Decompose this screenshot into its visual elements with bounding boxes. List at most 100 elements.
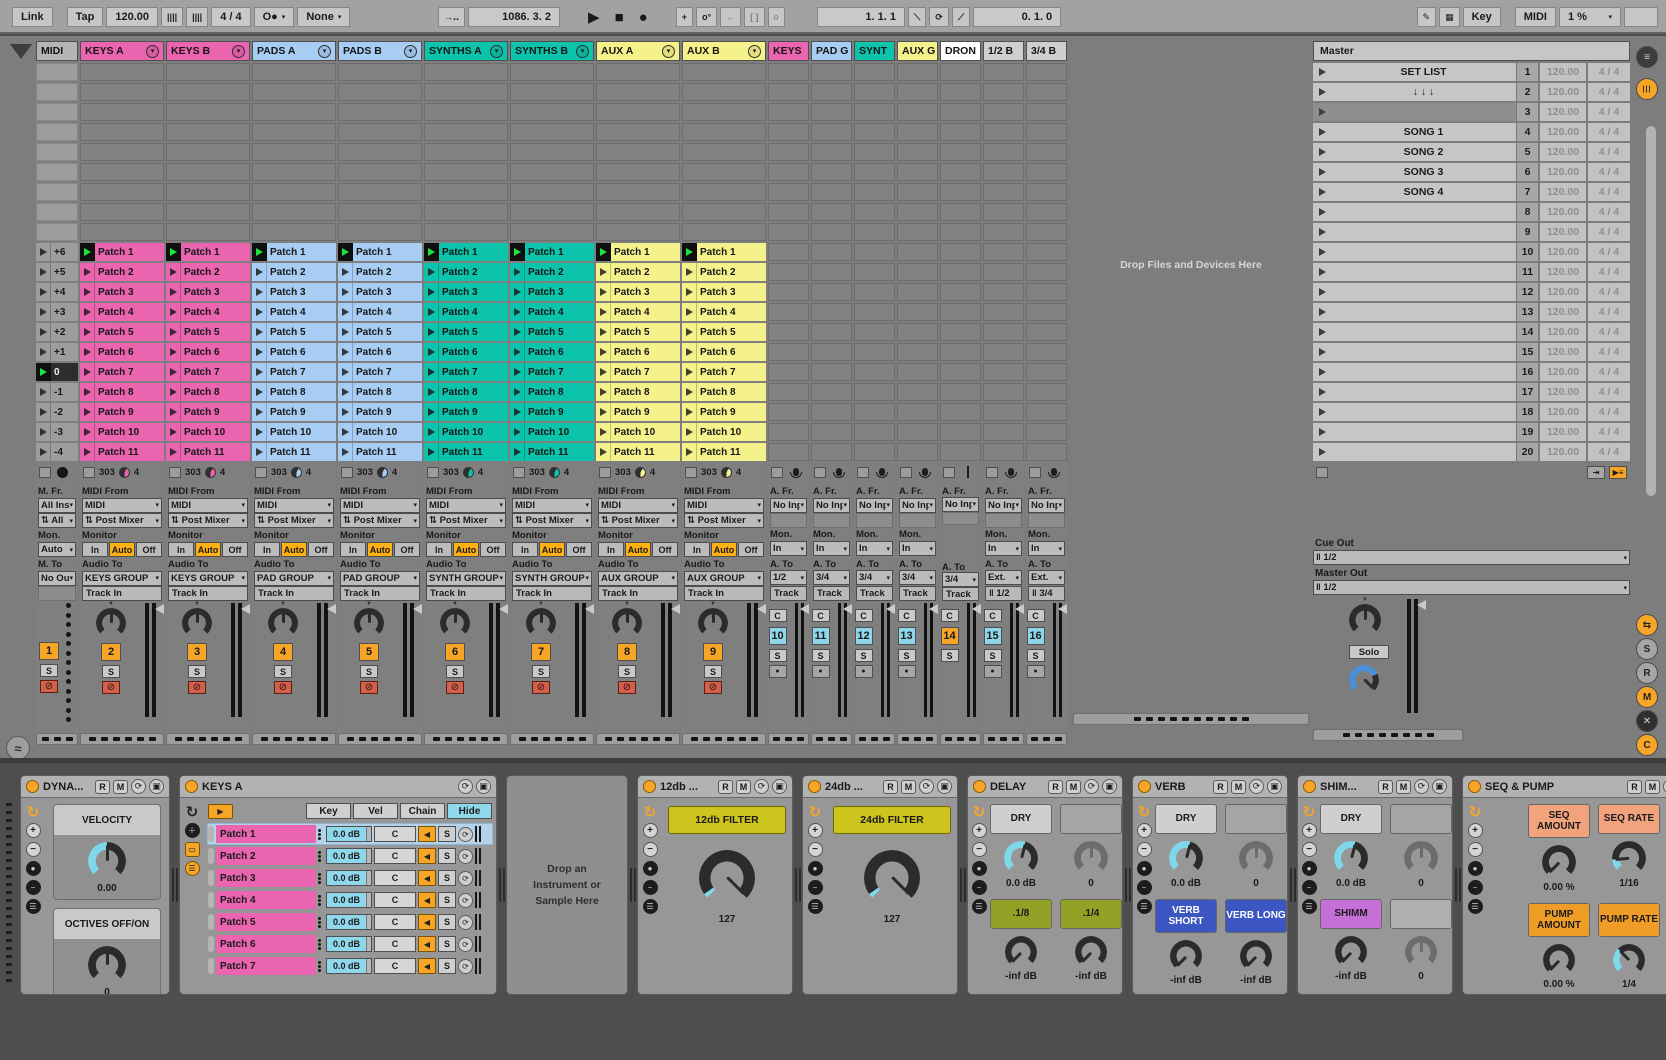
key-map-button[interactable]: Key (1463, 7, 1501, 27)
empty-clip-slot[interactable] (983, 323, 1024, 341)
volume-fader[interactable] (795, 603, 804, 717)
macro-add-icon[interactable]: + (1468, 823, 1483, 838)
clip-stop-button[interactable] (169, 467, 181, 478)
save-preset-icon[interactable]: ▣ (1267, 779, 1282, 794)
clip-launch-button[interactable] (596, 303, 611, 321)
device-m-button[interactable]: M (1231, 780, 1246, 794)
track-out-box[interactable]: Track (856, 586, 893, 601)
scene-tempo[interactable]: 120.00 (1540, 403, 1586, 421)
track-fold-button[interactable]: ▾ (146, 45, 159, 58)
empty-clip-slot[interactable] (768, 423, 809, 441)
empty-clip-slot[interactable] (338, 83, 422, 101)
monitor-in-button[interactable]: In (512, 542, 538, 557)
empty-clip-slot[interactable] (811, 123, 852, 141)
solo-button[interactable]: S (941, 649, 959, 662)
empty-clip-slot[interactable] (682, 143, 766, 161)
crossfade-assign-row[interactable] (940, 733, 981, 745)
scene-launch[interactable]: 17 (1313, 383, 1538, 401)
volume-fader[interactable] (881, 603, 890, 717)
clip-launch-button[interactable] (36, 383, 51, 401)
solo-button[interactable]: S (984, 649, 1002, 662)
empty-clip-slot[interactable] (1026, 103, 1067, 121)
audio-to-dropdown[interactable]: Ext.▾ (985, 570, 1022, 585)
session-clip[interactable]: Patch 4 (682, 303, 766, 321)
scene-tempo-icon[interactable]: ▶≡ (1609, 466, 1627, 479)
track-header[interactable]: SYNT (854, 41, 895, 61)
scene-play-button[interactable] (1313, 288, 1331, 296)
chain-pan[interactable]: C (374, 914, 416, 930)
scene-play-button[interactable] (1313, 68, 1331, 76)
chain-pan[interactable]: C (374, 848, 416, 864)
midi-clip[interactable]: +3 (36, 303, 78, 321)
empty-clip-slot[interactable] (252, 123, 336, 141)
empty-clip-slot[interactable] (424, 83, 508, 101)
track-header[interactable]: KEYS A▾ (80, 41, 164, 61)
save-preset-icon[interactable]: ▣ (1432, 779, 1447, 794)
device-m-button[interactable]: M (1066, 780, 1081, 794)
session-clip[interactable]: Patch 1 (510, 243, 594, 261)
audio-from-dropdown[interactable]: No Input▾ (942, 497, 979, 512)
cue-volume-knob[interactable] (1349, 665, 1379, 695)
clip-launch-button[interactable] (36, 343, 51, 361)
midi-channel-dropdown[interactable]: ⇅ Post Mixer▾ (340, 513, 420, 528)
volume-fader[interactable] (747, 603, 758, 717)
chain-grip[interactable] (208, 892, 214, 908)
session-clip[interactable]: Patch 1 (424, 243, 508, 261)
audio-to-dropdown[interactable]: PAD GROUP▾ (340, 571, 420, 586)
rack-tab-chain[interactable]: Chain (400, 803, 445, 819)
empty-clip-slot[interactable] (897, 103, 938, 121)
session-clip[interactable]: Patch 4 (338, 303, 422, 321)
clip-launch-button[interactable] (252, 383, 267, 401)
session-clip[interactable]: Patch 2 (510, 263, 594, 281)
scene-time-signature[interactable]: 4 / 4 (1588, 303, 1630, 321)
scene-launch[interactable]: 16 (1313, 363, 1538, 381)
empty-clip-slot[interactable] (338, 163, 422, 181)
empty-clip-slot[interactable] (166, 183, 250, 201)
loop-length-field[interactable]: 0. 1. 0 (973, 7, 1061, 27)
master-solo-button[interactable]: Solo (1349, 645, 1389, 659)
clip-launch-button[interactable] (338, 443, 353, 461)
clip-launch-button[interactable] (424, 443, 439, 461)
clip-launch-button[interactable] (596, 443, 611, 461)
scene-tempo[interactable]: 120.00 (1540, 383, 1586, 401)
knob[interactable] (88, 946, 126, 984)
clip-stop-button[interactable] (857, 467, 869, 478)
empty-clip-slot[interactable] (854, 63, 895, 81)
volume-fader[interactable] (967, 603, 976, 717)
empty-clip-slot[interactable] (897, 443, 938, 461)
crossfade-assign-button[interactable]: C (769, 609, 787, 622)
empty-clip-slot[interactable] (983, 343, 1024, 361)
scene-play-button[interactable] (1313, 168, 1331, 176)
knob[interactable] (864, 850, 920, 906)
clip-launch-button[interactable] (166, 343, 181, 361)
empty-clip-slot[interactable] (940, 203, 981, 221)
monitor-off-button[interactable]: Off (480, 542, 506, 557)
empty-clip-slot[interactable] (940, 443, 981, 461)
track-number[interactable]: 13 (898, 627, 916, 645)
monitor-in-button[interactable]: In (168, 542, 194, 557)
arm-button[interactable]: ⊘ (446, 681, 464, 694)
panel-separator[interactable] (1453, 775, 1462, 995)
track-in-box[interactable]: Track In (168, 586, 248, 601)
empty-clip-slot[interactable] (983, 423, 1024, 441)
clip-launch-button[interactable] (338, 283, 353, 301)
track-header[interactable]: PAD G (811, 41, 852, 61)
mixer-toggle-⇆[interactable]: ⇆ (1636, 614, 1658, 636)
scene-tempo[interactable]: 120.00 (1540, 143, 1586, 161)
device-activator-icon[interactable]: ↻ (185, 804, 200, 819)
scene-launch[interactable]: 11 (1313, 263, 1538, 281)
clip-launch-button[interactable] (682, 323, 697, 341)
midi-from-dropdown[interactable]: MIDI▾ (82, 498, 162, 513)
scene-tempo[interactable]: 120.00 (1540, 83, 1586, 101)
empty-clip-slot[interactable] (811, 103, 852, 121)
session-clip[interactable]: Patch 4 (596, 303, 680, 321)
empty-clip-slot[interactable] (811, 343, 852, 361)
clip-launch-button[interactable] (252, 343, 267, 361)
collapse-icon[interactable]: − (1468, 880, 1483, 895)
clip-stop-button[interactable] (771, 467, 783, 478)
scene-time-signature[interactable]: 4 / 4 (1588, 443, 1630, 461)
monitor-auto-button[interactable]: Auto (367, 542, 393, 557)
empty-clip-slot[interactable] (940, 343, 981, 361)
track-out-box[interactable]: Track (770, 586, 807, 601)
track-header[interactable]: SYNTHS B▾ (510, 41, 594, 61)
